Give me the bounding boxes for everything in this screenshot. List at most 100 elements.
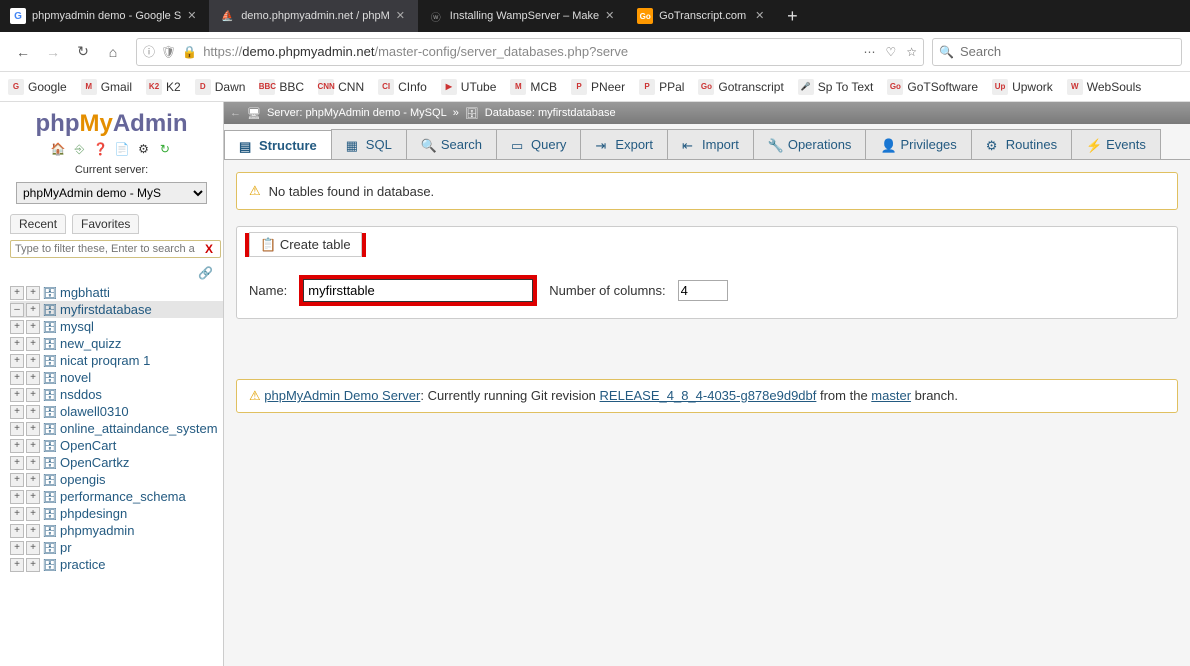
db-tree-item[interactable]: ++🗄performance_schema bbox=[10, 488, 223, 505]
expand-icon[interactable]: + bbox=[10, 439, 24, 453]
browser-tab[interactable]: Go GoTranscript.com ✕ bbox=[627, 0, 777, 32]
db-tree-item[interactable]: ++🗄phpmyadmin bbox=[10, 522, 223, 539]
close-icon[interactable]: ✕ bbox=[187, 9, 201, 23]
expand-icon[interactable]: + bbox=[26, 303, 40, 317]
create-table-legend[interactable]: 📋 Create table bbox=[249, 232, 362, 257]
forward-button[interactable]: → bbox=[38, 37, 68, 67]
db-tree-item[interactable]: –+🗄myfirstdatabase bbox=[10, 301, 223, 318]
expand-icon[interactable]: + bbox=[10, 524, 24, 538]
db-tree-item[interactable]: ++🗄nicat proqram 1 bbox=[10, 352, 223, 369]
reader-icon[interactable]: ♡ bbox=[885, 45, 896, 59]
favorites-tab[interactable]: Favorites bbox=[72, 214, 139, 234]
expand-icon[interactable]: + bbox=[10, 473, 24, 487]
browser-tab[interactable]: G phpmyadmin demo - Google S ✕ bbox=[0, 0, 209, 32]
settings-icon[interactable]: ⚙ bbox=[135, 142, 153, 158]
bookmark-item[interactable]: MMCB bbox=[510, 79, 557, 95]
home-button[interactable]: ⌂ bbox=[98, 37, 128, 67]
tab-query[interactable]: ▭Query bbox=[496, 129, 581, 159]
expand-icon[interactable]: + bbox=[10, 337, 24, 351]
tab-routines[interactable]: ⚙Routines bbox=[971, 129, 1072, 159]
bookmark-item[interactable]: MGmail bbox=[81, 79, 132, 95]
expand-icon[interactable]: + bbox=[10, 371, 24, 385]
expand-icon[interactable]: + bbox=[10, 286, 24, 300]
expand-icon[interactable]: + bbox=[10, 388, 24, 402]
shield-icon[interactable]: 🛡 bbox=[161, 45, 176, 59]
bookmark-item[interactable]: CNNCNN bbox=[318, 79, 364, 95]
expand-icon[interactable]: + bbox=[26, 371, 40, 385]
bookmark-item[interactable]: WWebSouls bbox=[1067, 79, 1141, 95]
info-icon[interactable]: ⓘ bbox=[143, 43, 155, 60]
close-icon[interactable]: ✕ bbox=[396, 9, 410, 23]
tab-export[interactable]: ⇥Export bbox=[580, 129, 668, 159]
close-icon[interactable]: ✕ bbox=[755, 9, 769, 23]
browser-tab[interactable]: ⓦ Installing WampServer – Make ✕ bbox=[418, 0, 627, 32]
server-select[interactable]: phpMyAdmin demo - MyS bbox=[16, 182, 207, 204]
bookmark-item[interactable]: GGoogle bbox=[8, 79, 67, 95]
bookmark-item[interactable]: ▶UTube bbox=[441, 79, 497, 95]
tab-import[interactable]: ⇤Import bbox=[667, 129, 754, 159]
expand-icon[interactable]: + bbox=[26, 354, 40, 368]
db-tree-item[interactable]: ++🗄practice bbox=[10, 556, 223, 573]
db-tree-item[interactable]: ++🗄novel bbox=[10, 369, 223, 386]
expand-icon[interactable]: + bbox=[26, 405, 40, 419]
demo-server-link[interactable]: phpMyAdmin Demo Server bbox=[264, 388, 420, 403]
branch-link[interactable]: master bbox=[871, 388, 911, 403]
close-icon[interactable]: ✕ bbox=[605, 9, 619, 23]
expand-icon[interactable]: + bbox=[26, 541, 40, 555]
bookmark-item[interactable]: GoGoTSoftware bbox=[887, 79, 978, 95]
expand-icon[interactable]: + bbox=[10, 558, 24, 572]
db-tree-item[interactable]: ++🗄OpenCartkz bbox=[10, 454, 223, 471]
db-filter-input[interactable] bbox=[10, 240, 221, 258]
expand-icon[interactable]: + bbox=[10, 354, 24, 368]
back-button[interactable]: ← bbox=[8, 37, 38, 67]
docs-icon[interactable]: ❓ bbox=[92, 142, 110, 158]
expand-icon[interactable]: + bbox=[10, 320, 24, 334]
browser-search[interactable]: 🔍 bbox=[932, 38, 1182, 66]
expand-icon[interactable]: + bbox=[26, 490, 40, 504]
db-tree-item[interactable]: ++🗄online_attaindance_system bbox=[10, 420, 223, 437]
more-icon[interactable]: ⋯ bbox=[863, 45, 875, 59]
bookmark-item[interactable]: DDawn bbox=[195, 79, 246, 95]
home-icon[interactable]: 🏠 bbox=[49, 142, 67, 158]
bookmark-item[interactable]: BBCBBC bbox=[259, 79, 304, 95]
db-tree-item[interactable]: ++🗄phpdesingn bbox=[10, 505, 223, 522]
tab-events[interactable]: ⚡Events bbox=[1071, 129, 1161, 159]
expand-icon[interactable]: – bbox=[10, 303, 24, 317]
expand-icon[interactable]: + bbox=[26, 507, 40, 521]
db-tree-item[interactable]: ++🗄opengis bbox=[10, 471, 223, 488]
bookmark-item[interactable]: 🎤Sp To Text bbox=[798, 79, 874, 95]
expand-icon[interactable]: + bbox=[26, 558, 40, 572]
address-bar[interactable]: ⓘ 🛡 🔒 https:// demo.phpmyadmin.net /mast… bbox=[136, 38, 924, 66]
tab-structure[interactable]: ▤Structure bbox=[224, 130, 332, 160]
tab-search[interactable]: 🔍Search bbox=[406, 129, 497, 159]
reload-button[interactable]: ↻ bbox=[68, 37, 98, 67]
db-tree-item[interactable]: ++🗄pr bbox=[10, 539, 223, 556]
bookmark-item[interactable]: GoGotranscript bbox=[698, 79, 783, 95]
bookmark-item[interactable]: CICInfo bbox=[378, 79, 427, 95]
expand-icon[interactable]: + bbox=[26, 388, 40, 402]
logout-icon[interactable]: ⎆ bbox=[70, 142, 88, 158]
db-tree-item[interactable]: ++🗄nsddos bbox=[10, 386, 223, 403]
expand-icon[interactable]: + bbox=[26, 337, 40, 351]
tab-operations[interactable]: 🔧Operations bbox=[753, 129, 867, 159]
db-tree-item[interactable]: ++🗄OpenCart bbox=[10, 437, 223, 454]
sql-icon[interactable]: 📄 bbox=[113, 142, 131, 158]
new-tab-button[interactable]: + bbox=[777, 6, 808, 27]
search-input[interactable] bbox=[960, 44, 1175, 59]
expand-icon[interactable]: + bbox=[26, 473, 40, 487]
db-tree-item[interactable]: ++🗄new_quizz bbox=[10, 335, 223, 352]
expand-icon[interactable]: + bbox=[26, 524, 40, 538]
browser-tab[interactable]: ⛵ demo.phpmyadmin.net / phpM ✕ bbox=[209, 0, 418, 32]
expand-icon[interactable]: + bbox=[10, 422, 24, 436]
tab-privileges[interactable]: 👤Privileges bbox=[865, 129, 971, 159]
expand-icon[interactable]: + bbox=[10, 490, 24, 504]
expand-icon[interactable]: + bbox=[26, 286, 40, 300]
phpmyadmin-logo[interactable]: phpMyAdmin bbox=[0, 102, 223, 140]
breadcrumb-server[interactable]: Server: phpMyAdmin demo - MySQL bbox=[267, 107, 447, 119]
columns-input[interactable] bbox=[678, 280, 728, 301]
expand-icon[interactable]: + bbox=[10, 541, 24, 555]
expand-icon[interactable]: + bbox=[10, 405, 24, 419]
expand-icon[interactable]: + bbox=[26, 439, 40, 453]
tab-sql[interactable]: ▦SQL bbox=[331, 129, 407, 159]
clear-filter-icon[interactable]: X bbox=[205, 242, 213, 256]
